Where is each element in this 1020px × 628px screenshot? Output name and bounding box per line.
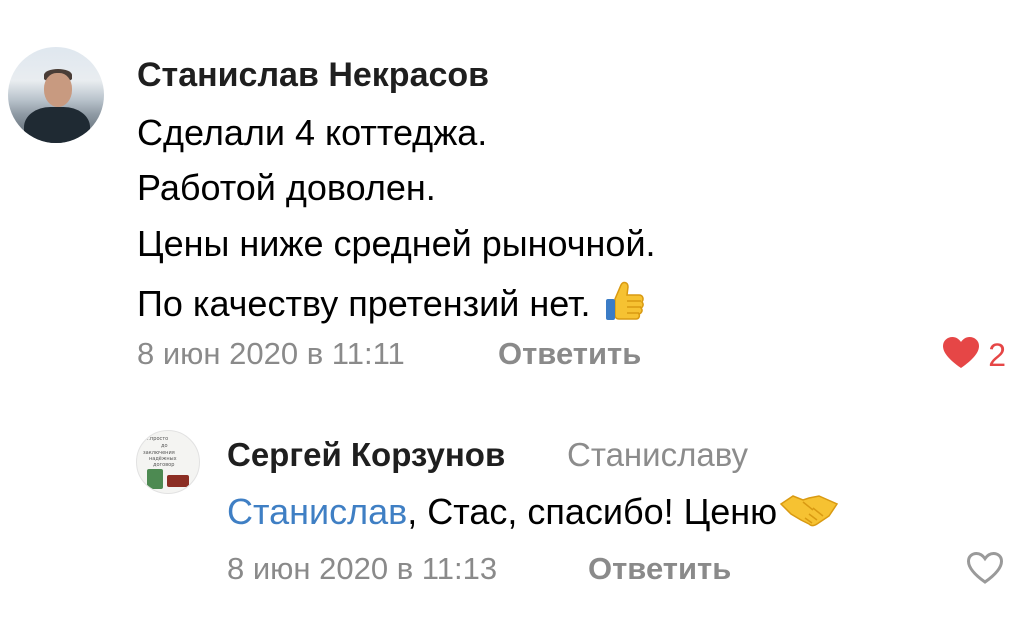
reply-to-label[interactable]: Станиславу xyxy=(567,436,748,474)
reply-button[interactable]: Ответить xyxy=(498,336,641,372)
like-button[interactable] xyxy=(966,551,1004,590)
avatar-face xyxy=(44,73,72,107)
avatar-text: до xyxy=(161,443,168,449)
thumbs-up-icon xyxy=(601,279,647,334)
avatar[interactable]: …просто до заключения надёжных договор xyxy=(136,430,200,494)
reply-author[interactable]: Сергей Корзунов xyxy=(227,436,505,474)
heart-outline-icon xyxy=(966,551,1004,590)
reply-timestamp: 8 июн 2020 в 11:13 xyxy=(227,551,498,586)
reply-text-line: Станислав, Стас, спасибо! Ценю xyxy=(227,490,839,539)
avatar-graphic xyxy=(147,469,163,489)
like-count: 2 xyxy=(988,337,1006,373)
heart-filled-icon xyxy=(942,336,980,375)
avatar-text: договор xyxy=(153,462,174,468)
like-button[interactable]: 2 xyxy=(942,336,1006,375)
comment-timestamp: 8 июн 2020 в 11:11 xyxy=(137,336,405,371)
avatar-graphic xyxy=(167,475,189,487)
reply-button[interactable]: Ответить xyxy=(588,551,731,587)
avatar-text: …просто xyxy=(145,436,168,442)
comment-text-line: Сделали 4 коттеджа. xyxy=(137,112,488,153)
comment-text-line: Работой доволен. xyxy=(137,167,436,208)
comment-text-line-last: По качеству претензий нет. xyxy=(137,279,647,334)
comment-text-line: Цены ниже средней рыночной. xyxy=(137,223,656,264)
comment-author[interactable]: Станислав Некрасов xyxy=(137,56,489,95)
reply-text: , Стас, спасибо! Ценю xyxy=(407,491,778,533)
comment-text: По качеству претензий нет. xyxy=(137,283,591,325)
mention-link[interactable]: Станислав xyxy=(227,491,407,532)
handshake-icon xyxy=(779,490,839,539)
comment: Станислав Некрасов Сделали 4 коттеджа. Р… xyxy=(0,0,1020,400)
avatar[interactable] xyxy=(8,47,104,143)
avatar-body xyxy=(24,107,90,143)
